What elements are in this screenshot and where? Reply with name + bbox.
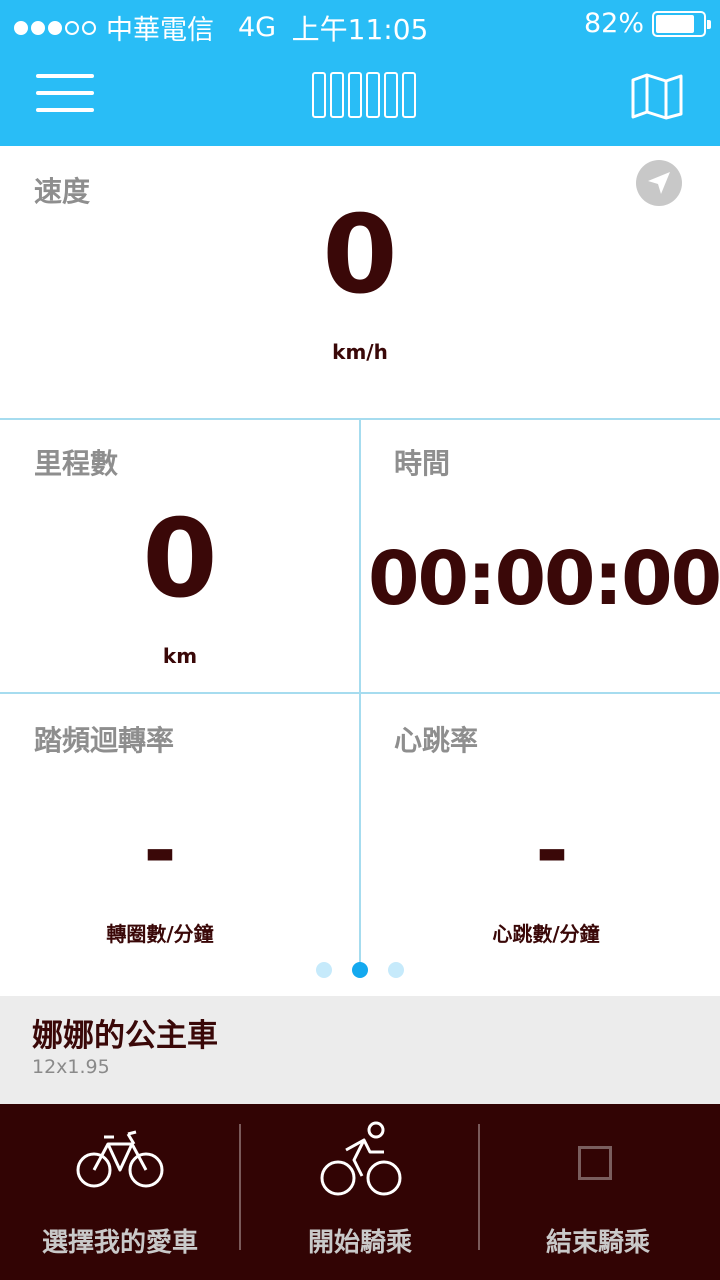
distance-label: 里程數 [34, 447, 119, 480]
start-ride-button[interactable]: 開始騎乘 [240, 1104, 480, 1280]
bottom-action-bar: 選擇我的愛車 開始騎乘 結束騎乘 [0, 1104, 720, 1280]
battery-percent: 82% [583, 8, 644, 39]
location-arrow-icon[interactable] [636, 160, 682, 206]
select-bike-button[interactable]: 選擇我的愛車 [0, 1104, 240, 1280]
cadence-unit: 轉圈數/分鐘 [106, 922, 214, 946]
page-dot[interactable] [388, 962, 404, 978]
battery-icon [652, 10, 711, 37]
status-right: 82% [583, 8, 711, 39]
bike-name: 娜娜的公主車 [32, 1018, 218, 1054]
page-indicator [0, 962, 720, 978]
heart-rate-value: - [535, 804, 569, 897]
distance-unit: km [162, 644, 198, 668]
time-label: 時間 [394, 447, 451, 480]
start-ride-label: 開始騎乘 [307, 1228, 412, 1258]
grid-divider [0, 692, 720, 694]
nav-bar [0, 50, 720, 146]
distance-value: 0 [142, 497, 218, 622]
selected-bike-card[interactable]: 娜娜的公主車 12x1.95 [0, 996, 720, 1104]
heart-rate-unit: 心跳數/分鐘 [492, 922, 600, 946]
cadence-value: - [143, 804, 177, 897]
cyclist-icon [320, 1121, 402, 1196]
map-icon[interactable] [630, 72, 684, 120]
status-bar: 中華電信 4G 上午11:05 82% [0, 0, 720, 50]
hamburger-menu-icon[interactable] [36, 72, 94, 114]
bike-size: 12x1.95 [32, 1056, 110, 1078]
elapsed-time-value: 00:00:00 [368, 536, 720, 622]
speed-value: 0 [322, 193, 398, 318]
select-bike-label: 選擇我的愛車 [41, 1228, 198, 1258]
end-ride-label: 結束騎乘 [545, 1228, 650, 1258]
stop-icon [578, 1146, 612, 1180]
bicycle-icon [76, 1130, 164, 1188]
end-ride-button[interactable]: 結束騎乘 [478, 1104, 718, 1280]
nav-title [312, 72, 416, 118]
heart-rate-label: 心跳率 [394, 724, 479, 757]
cadence-label: 踏頻迴轉率 [34, 724, 175, 757]
page-dot[interactable] [316, 962, 332, 978]
speed-label: 速度 [34, 175, 91, 208]
speed-unit: km/h [332, 340, 388, 364]
page-dot[interactable] [352, 962, 368, 978]
